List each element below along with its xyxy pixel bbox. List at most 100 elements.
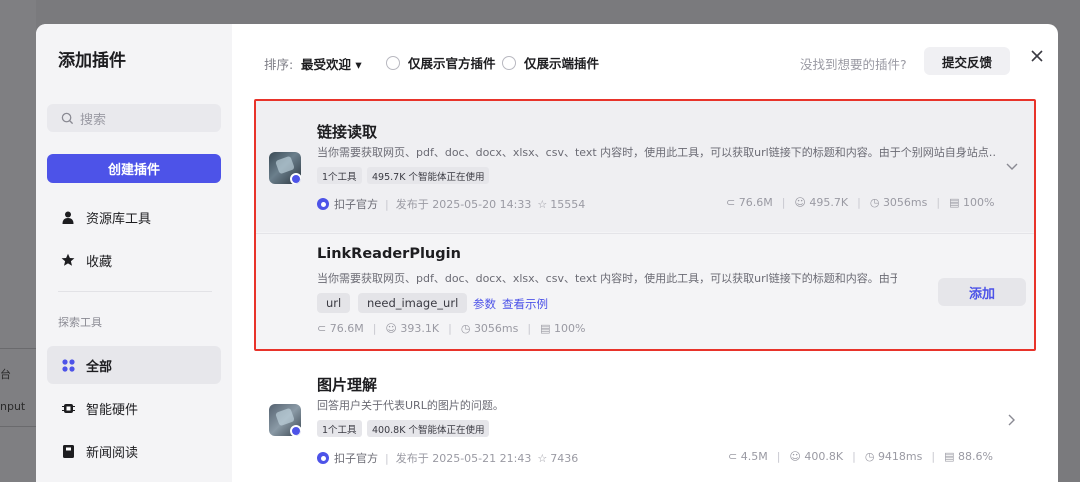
sidebar-item-library-tools[interactable]: 资源库工具	[47, 198, 221, 236]
sort-dropdown[interactable]: 最受欢迎 ▾	[301, 54, 362, 73]
modal-title: 添加插件	[58, 51, 126, 71]
tool-stats: ⊂ 76.6M | ☺ 393.1K | ◷ 3056ms | ▤ 100%	[317, 322, 586, 335]
sidebar-item-smart-hardware[interactable]: 智能硬件	[47, 389, 221, 427]
bots-count: 495.7K	[809, 196, 849, 209]
sidebar-item-label: 资源库工具	[86, 211, 152, 227]
tool-title: LinkReaderPlugin	[317, 246, 461, 262]
section-label: 探索工具	[58, 316, 102, 329]
sidebar-item-label: 收藏	[86, 254, 113, 270]
params-link[interactable]: 参数	[473, 296, 496, 312]
radio-circle	[502, 55, 516, 70]
bots-icon: ☺	[385, 322, 397, 335]
favorite-count: 15554	[550, 197, 586, 211]
calls-count: 76.6M	[738, 196, 773, 209]
client-only-radio[interactable]: 仅展示端插件	[502, 53, 599, 72]
plugin-stats: ⊂ 76.6M | ☺ 495.7K | ◷ 3056ms | ▤ 100%	[726, 196, 995, 209]
plugin-tool-item: LinkReaderPlugin 当你需要获取网页、pdf、doc、docx、x…	[256, 233, 1034, 349]
bots-count: 400.8K	[804, 450, 844, 463]
grid-icon	[61, 358, 75, 372]
calls-icon: ⊂	[317, 322, 327, 335]
calls-count: 76.6M	[329, 322, 364, 335]
official-icon	[317, 452, 329, 464]
plugin-header[interactable]: 链接读取 当你需要获取网页、pdf、doc、docx、xlsx、csv、text…	[256, 101, 1034, 232]
plugin-avatar	[269, 152, 301, 184]
calls-icon: ⊂	[726, 196, 736, 209]
backdrop-text-fragment: 台	[0, 368, 11, 381]
tool-count-tag: 1个工具	[317, 167, 362, 184]
star-icon	[61, 253, 75, 267]
success-rate: 88.6%	[958, 450, 993, 463]
sidebar-item-news[interactable]: 新闻阅读	[47, 432, 221, 470]
calls-icon: ⊂	[728, 450, 738, 463]
success-rate: 100%	[554, 322, 586, 335]
official-badge-icon	[290, 425, 301, 436]
bots-count: 393.1K	[400, 322, 440, 335]
latency: 9418ms	[877, 450, 923, 463]
latency: 3056ms	[473, 322, 519, 335]
param-tag: need_image_url	[358, 293, 468, 313]
plugin-description: 回答用户关于代表URL的图片的问题。	[317, 399, 504, 412]
calls-count: 4.5M	[740, 450, 768, 463]
param-tag: url	[317, 293, 351, 313]
success-rate: 100%	[963, 196, 995, 209]
backdrop-divider	[0, 426, 36, 427]
filter-toolbar: 排序: 最受欢迎 ▾ 仅展示官方插件 仅展示端插件 没找到想要的插件? 提交反馈	[232, 24, 1058, 94]
book-icon	[61, 444, 75, 458]
search-placeholder: 搜索	[80, 112, 107, 128]
bots-icon: ☺	[794, 196, 806, 209]
backdrop-text-fragment: nput	[0, 400, 26, 413]
plugin-stats: ⊂ 4.5M | ☺ 400.8K | ◷ 9418ms | ▤ 88.6%	[728, 450, 993, 463]
search-input[interactable]: 搜索	[47, 104, 221, 132]
latency-icon: ◷	[869, 196, 880, 209]
plugin-avatar	[269, 404, 301, 436]
success-icon: ▤	[540, 322, 551, 335]
sidebar-item-label: 全部	[86, 359, 113, 375]
publisher: 扣子官方	[334, 452, 378, 465]
sort-label: 排序:	[264, 57, 294, 72]
plugin-meta: 扣子官方 | 发布于 2025-05-21 21:43 ☆ 7436	[317, 450, 578, 466]
plugin-title: 链接读取	[317, 123, 378, 141]
success-icon: ▤	[949, 196, 960, 209]
search-icon	[61, 112, 74, 124]
radio-label: 仅展示端插件	[524, 56, 600, 71]
sidebar-divider	[58, 291, 212, 292]
tool-description: 当你需要获取网页、pdf、doc、docx、xlsx、csv、text 内容时，…	[317, 272, 897, 285]
tool-count-tag: 1个工具	[317, 420, 362, 437]
close-icon[interactable]	[1027, 46, 1047, 66]
sidebar-item-favorites[interactable]: 收藏	[47, 241, 221, 279]
official-badge-icon	[290, 173, 301, 184]
chevron-right-icon[interactable]	[1005, 413, 1019, 427]
backdrop-divider	[0, 348, 36, 349]
add-plugin-modal: 添加插件 搜索 创建插件 资源库工具 收藏 探索工具 全部 智能硬件 新闻阅读	[36, 24, 1058, 482]
radio-label: 仅展示官方插件	[408, 56, 496, 71]
plugin-card[interactable]: 图片理解 回答用户关于代表URL的图片的问题。 1个工具 400.8K 个智能体…	[254, 364, 1036, 482]
radio-circle	[386, 55, 400, 70]
usage-tag: 495.7K 个智能体正在使用	[367, 167, 490, 184]
create-plugin-button[interactable]: 创建插件	[47, 154, 221, 183]
sidebar-item-label: 智能硬件	[86, 402, 139, 418]
latency: 3056ms	[882, 196, 928, 209]
sidebar: 添加插件 搜索 创建插件 资源库工具 收藏 探索工具 全部 智能硬件 新闻阅读	[36, 24, 232, 482]
favorite-count: 7436	[550, 451, 579, 465]
sidebar-item-label: 新闻阅读	[86, 445, 139, 461]
feedback-button[interactable]: 提交反馈	[924, 47, 1010, 75]
publish-date: 发布于 2025-05-20 14:33	[395, 198, 532, 211]
usage-tag: 400.8K 个智能体正在使用	[367, 420, 490, 437]
latency-icon: ◷	[864, 450, 875, 463]
not-found-text: 没找到想要的插件?	[800, 57, 907, 72]
chevron-down-icon[interactable]	[1005, 160, 1019, 174]
add-tool-button[interactable]: 添加	[938, 278, 1026, 306]
favorite-icon[interactable]: ☆	[537, 198, 547, 211]
plugin-meta: 扣子官方 | 发布于 2025-05-20 14:33 ☆ 15554	[317, 196, 585, 212]
official-icon	[317, 198, 329, 210]
favorite-icon[interactable]: ☆	[537, 452, 547, 465]
publish-date: 发布于 2025-05-21 21:43	[395, 452, 532, 465]
view-example-link[interactable]: 查看示例	[502, 296, 548, 312]
plugin-card-expanded: 链接读取 当你需要获取网页、pdf、doc、docx、xlsx、csv、text…	[254, 99, 1036, 351]
chip-icon	[61, 401, 75, 415]
plugin-title: 图片理解	[317, 376, 378, 394]
bots-icon: ☺	[789, 450, 801, 463]
sidebar-item-all[interactable]: 全部	[47, 346, 221, 384]
official-only-radio[interactable]: 仅展示官方插件	[386, 53, 496, 72]
success-icon: ▤	[944, 450, 955, 463]
